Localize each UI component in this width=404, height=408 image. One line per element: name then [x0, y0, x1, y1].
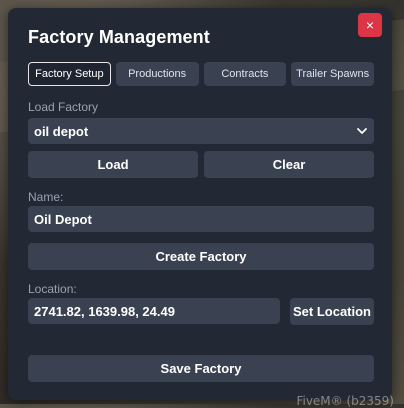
name-label: Name: — [28, 190, 64, 204]
location-label: Location: — [28, 282, 77, 296]
load-button[interactable]: Load — [28, 151, 198, 178]
tab-bar: Factory Setup Productions Contracts Trai… — [28, 62, 374, 86]
set-location-button[interactable]: Set Location — [290, 298, 374, 325]
tab-factory-setup[interactable]: Factory Setup — [28, 62, 111, 86]
panel-title: Factory Management — [28, 27, 210, 47]
tab-contracts[interactable]: Contracts — [203, 62, 287, 86]
close-button[interactable]: × — [358, 13, 382, 37]
location-input[interactable]: 2741.82, 1639.98, 24.49 — [28, 298, 280, 324]
create-factory-button[interactable]: Create Factory — [28, 243, 374, 270]
chevron-down-icon — [357, 128, 367, 134]
close-icon: × — [365, 17, 375, 33]
factory-management-panel: × Factory Management Factory Setup Produ… — [8, 8, 392, 400]
tab-productions[interactable]: Productions — [115, 62, 199, 86]
factory-select-value: oil depot — [34, 123, 89, 139]
name-input[interactable]: Oil Depot — [28, 206, 374, 232]
clear-button[interactable]: Clear — [204, 151, 374, 178]
save-factory-button[interactable]: Save Factory — [28, 355, 374, 382]
fivem-watermark: FiveM® (b2359) — [296, 394, 394, 408]
tab-trailer-spawns[interactable]: Trailer Spawns — [291, 62, 374, 86]
factory-select[interactable]: oil depot — [28, 118, 374, 144]
load-factory-label: Load Factory — [28, 100, 99, 114]
